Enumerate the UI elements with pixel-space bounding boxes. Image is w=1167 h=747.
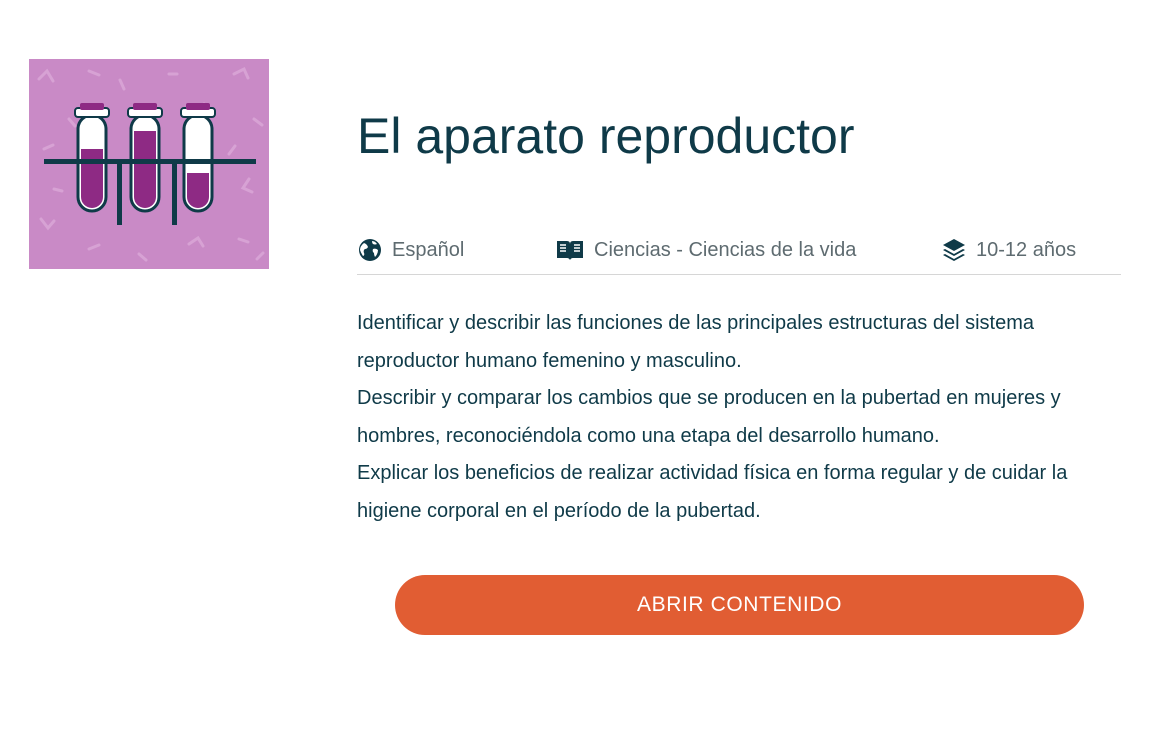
objective-2: Describir y comparar los cambios que se … [357,387,1061,447]
meta-language-label: Español [392,239,465,261]
resource-description: Identificar y describir las funciones de… [357,305,1127,530]
objective-1: Identificar y describir las funciones de… [357,312,1034,372]
meta-subject-label: Ciencias - Ciencias de la vida [594,239,857,261]
layers-icon [941,237,967,263]
meta-age-label: 10-12 años [976,239,1077,261]
book-icon [555,238,585,262]
resource-thumbnail [29,59,269,269]
test-tubes-icon [37,66,265,262]
globe-icon [357,237,383,263]
resource-title: El aparato reproductor [357,108,855,164]
meta-language: Español [357,236,464,264]
resource-meta-bar: Español Ciencias - Ciencias de la vida 1… [357,232,1121,275]
open-content-button[interactable]: ABRIR CONTENIDO [395,575,1084,635]
meta-subject: Ciencias - Ciencias de la vida [555,236,856,264]
meta-age: 10-12 años [941,236,1076,264]
objective-3: Explicar los beneficios de realizar acti… [357,462,1068,522]
